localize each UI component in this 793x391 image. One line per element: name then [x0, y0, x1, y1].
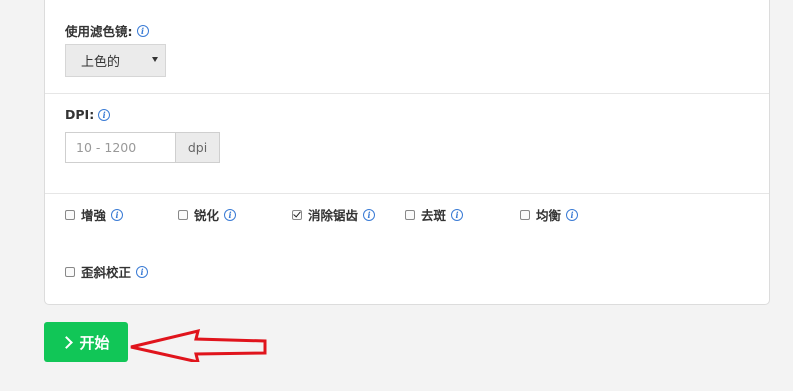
equalize-checkbox[interactable]: [520, 209, 530, 220]
info-icon[interactable]: i: [98, 108, 111, 121]
caret-down-icon: [152, 57, 158, 62]
option-antialias[interactable]: 消除锯齿 i: [292, 205, 376, 224]
filter-label: 使用滤色镜:: [65, 24, 133, 39]
enhance-checkbox[interactable]: [65, 209, 75, 220]
dpi-unit-addon: dpi: [175, 132, 220, 163]
sharpen-checkbox[interactable]: [178, 209, 188, 220]
filter-section: 使用滤色镜: i 上色的: [45, 0, 769, 94]
filter-select-value: 上色的: [81, 55, 121, 70]
info-icon[interactable]: i: [136, 265, 149, 278]
option-label: 锐化: [194, 208, 220, 223]
info-icon[interactable]: i: [363, 208, 376, 221]
info-icon[interactable]: i: [111, 208, 124, 221]
annotation-arrow-icon: [130, 328, 267, 362]
start-button-label: 开始: [79, 333, 110, 352]
dpi-input[interactable]: [65, 132, 175, 163]
info-icon[interactable]: i: [566, 208, 579, 221]
info-icon[interactable]: i: [224, 208, 237, 221]
dpi-section: DPI: i dpi: [45, 93, 769, 194]
info-icon[interactable]: i: [451, 208, 464, 221]
option-enhance[interactable]: 增強 i: [65, 205, 124, 224]
dpi-label-row: DPI: i: [65, 107, 111, 122]
option-label: 消除锯齿: [308, 208, 359, 223]
option-despeckle[interactable]: 去斑 i: [405, 205, 464, 224]
options-panel: 使用滤色镜: i 上色的 DPI: i dpi 增強 i 锐化 i: [44, 0, 770, 305]
option-label: 增強: [81, 208, 107, 223]
option-equalize[interactable]: 均衡 i: [520, 205, 579, 224]
filter-label-row: 使用滤色镜: i: [65, 21, 149, 40]
dpi-input-group: dpi: [65, 132, 220, 163]
option-label: 均衡: [536, 208, 562, 223]
start-button[interactable]: 开始: [44, 322, 128, 362]
dpi-label: DPI:: [65, 107, 95, 122]
filter-select[interactable]: 上色的: [65, 44, 166, 77]
option-label: 歪斜校正: [81, 265, 132, 280]
deskew-checkbox[interactable]: [65, 266, 75, 277]
chevron-right-icon: [60, 335, 74, 349]
info-icon[interactable]: i: [136, 24, 149, 37]
option-sharpen[interactable]: 锐化 i: [178, 205, 237, 224]
option-label: 去斑: [421, 208, 447, 223]
option-deskew[interactable]: 歪斜校正 i: [65, 262, 149, 281]
despeckle-checkbox[interactable]: [405, 209, 415, 220]
antialias-checkbox[interactable]: [292, 209, 302, 220]
enhancement-options-section: 增強 i 锐化 i 消除锯齿 i 去斑 i 均衡 i 歪斜校正 i: [45, 193, 769, 306]
